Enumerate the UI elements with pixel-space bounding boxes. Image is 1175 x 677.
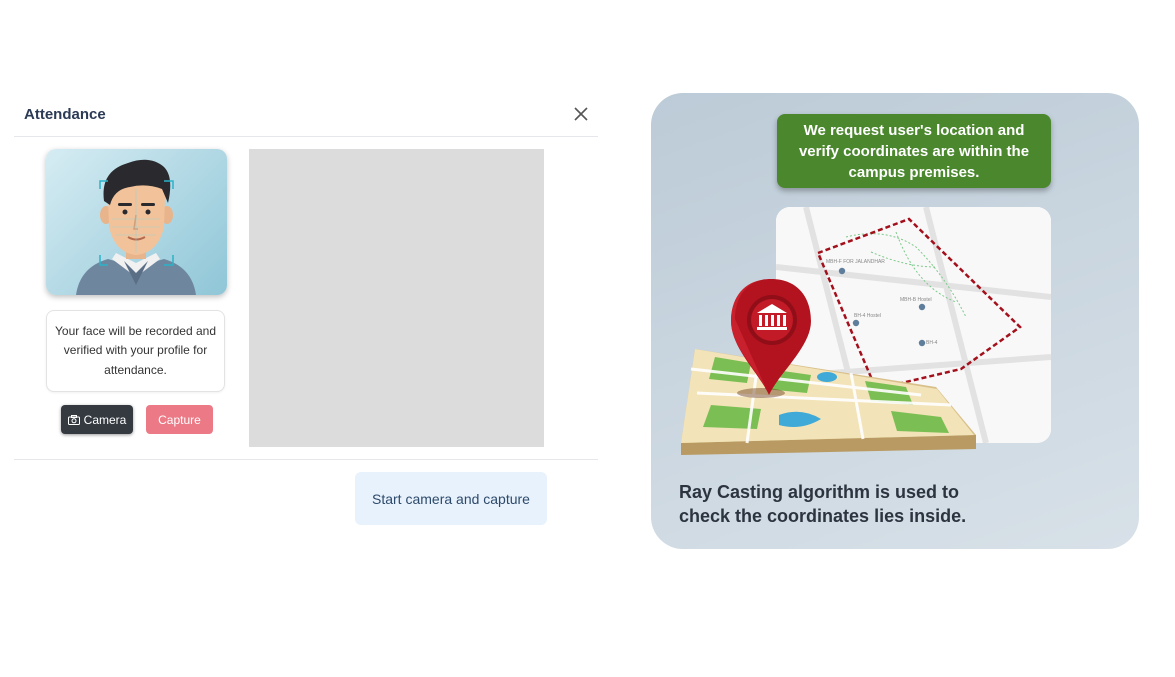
location-infographic: We request user's location and verify co…: [651, 93, 1139, 549]
face-info-text: Your face will be recorded and verified …: [46, 310, 225, 392]
footer-divider: [14, 459, 598, 460]
camera-icon: [67, 414, 80, 425]
close-icon: [574, 107, 588, 121]
camera-preview: [249, 149, 544, 447]
face-illustration: [46, 149, 227, 295]
algorithm-note: Ray Casting algorithm is used to check t…: [679, 482, 967, 526]
modal-title: Attendance: [24, 106, 106, 123]
modal-header: Attendance: [14, 92, 598, 137]
camera-button[interactable]: Camera: [61, 405, 133, 434]
start-camera-button[interactable]: Start camera and capture: [355, 472, 547, 525]
close-button[interactable]: [571, 104, 591, 124]
attendance-modal: Attendance Your face will be recorded an…: [14, 92, 598, 542]
camera-button-label: Camera: [83, 412, 127, 427]
capture-button[interactable]: Capture: [146, 405, 213, 434]
